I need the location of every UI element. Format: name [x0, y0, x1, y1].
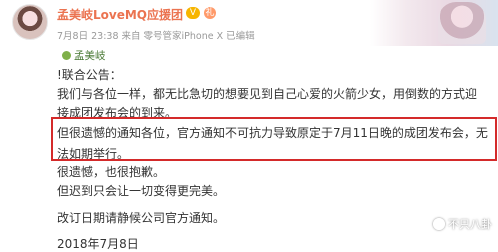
author-name[interactable]: 孟美岐LoveMQ应援团: [57, 6, 183, 23]
banner-figure-image: [438, 2, 486, 44]
profile-banner: [370, 0, 498, 46]
repost-author-link[interactable]: 孟美岐: [62, 48, 106, 63]
post-date: 2018年7月8日: [57, 237, 139, 251]
post-meta: 7月8日 23:38 来自 零号管家iPhone X 已编辑: [57, 31, 255, 42]
repost-author-label: 孟美岐: [74, 50, 106, 62]
post-line: 很遗憾，也很抱歉。: [57, 165, 166, 179]
post-line: 但迟到只会让一切变得更完美。: [57, 184, 226, 198]
post-line: 我们与各位一样，都无比急切的想要见到自己心爱的火箭少女，用倒数的方式迎: [57, 87, 478, 101]
vip-badge-icon: V: [186, 7, 200, 19]
user-icon: [62, 51, 71, 60]
post-line: 改订日期请静候公司官方通知。: [57, 211, 226, 225]
highlight-box: [51, 117, 497, 161]
watermark: 不只八卦: [433, 216, 492, 232]
post-line: !联合公告：: [57, 68, 122, 82]
watermark-icon: [433, 218, 445, 230]
avatar[interactable]: [12, 4, 48, 40]
watermark-text: 不只八卦: [448, 218, 492, 231]
gift-badge-icon: 礼: [204, 7, 216, 19]
